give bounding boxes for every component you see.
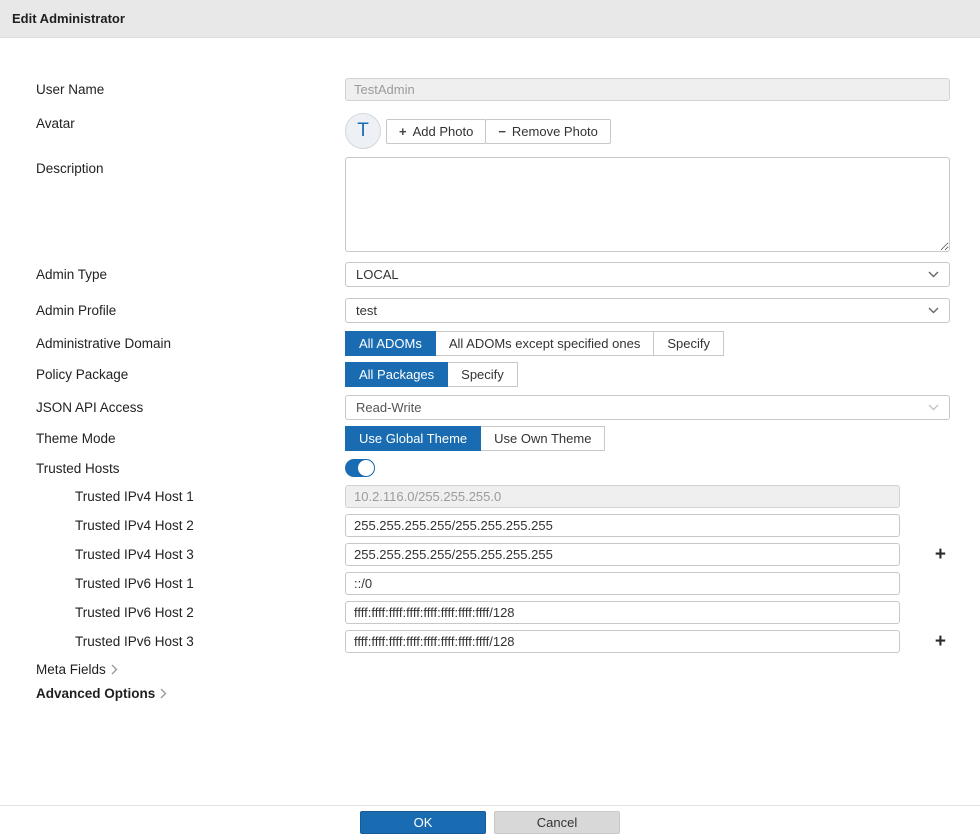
admin-type-value: LOCAL bbox=[356, 267, 399, 282]
json-api-access-label: JSON API Access bbox=[36, 400, 345, 415]
dialog-footer: OK Cancel bbox=[0, 805, 980, 840]
ok-button[interactable]: OK bbox=[360, 811, 486, 834]
trusted-host-row: Trusted IPv6 Host 3 + bbox=[36, 630, 950, 653]
dialog-title: Edit Administrator bbox=[12, 11, 125, 26]
trusted-ipv4-host-3-input[interactable] bbox=[345, 543, 900, 566]
remove-photo-button[interactable]: − Remove Photo bbox=[485, 119, 611, 144]
avatar-row: Avatar T + Add Photo − Remove Photo bbox=[36, 113, 950, 149]
trusted-ipv6-host-3-label: Trusted IPv6 Host 3 bbox=[36, 634, 345, 649]
advanced-options-label: Advanced Options bbox=[36, 686, 155, 701]
add-photo-label: Add Photo bbox=[413, 124, 474, 139]
admin-type-row: Admin Type LOCAL bbox=[36, 262, 950, 287]
trusted-ipv6-host-2-label: Trusted IPv6 Host 2 bbox=[36, 605, 345, 620]
use-global-theme-button[interactable]: Use Global Theme bbox=[345, 426, 481, 451]
trusted-ipv4-host-3-label: Trusted IPv4 Host 3 bbox=[36, 547, 345, 562]
edit-administrator-dialog: Edit Administrator User Name Avatar T + … bbox=[0, 0, 980, 840]
json-api-access-row: JSON API Access Read-Write bbox=[36, 395, 950, 420]
administrative-domain-row: Administrative Domain All ADOMs All ADOM… bbox=[36, 331, 950, 356]
trusted-host-row: Trusted IPv4 Host 3 + bbox=[36, 543, 950, 566]
plus-icon: + bbox=[399, 124, 407, 139]
administrative-domain-segmented: All ADOMs All ADOMs except specified one… bbox=[345, 331, 724, 356]
trusted-ipv4-host-1-input bbox=[345, 485, 900, 508]
admin-profile-value: test bbox=[356, 303, 377, 318]
trusted-ipv4-host-1-label: Trusted IPv4 Host 1 bbox=[36, 489, 345, 504]
meta-fields-label: Meta Fields bbox=[36, 662, 106, 677]
remove-photo-label: Remove Photo bbox=[512, 124, 598, 139]
description-label: Description bbox=[36, 157, 345, 176]
trusted-ipv4-host-2-input[interactable] bbox=[345, 514, 900, 537]
trusted-hosts-row: Trusted Hosts bbox=[36, 459, 950, 477]
description-row: Description bbox=[36, 157, 950, 252]
trusted-ipv6-host-1-label: Trusted IPv6 Host 1 bbox=[36, 576, 345, 591]
cancel-button[interactable]: Cancel bbox=[494, 811, 620, 834]
description-textarea[interactable] bbox=[345, 157, 950, 252]
advanced-options-section-toggle[interactable]: Advanced Options bbox=[36, 686, 167, 701]
add-ipv6-host-button[interactable]: + bbox=[935, 632, 946, 651]
trusted-ipv6-host-1-input[interactable] bbox=[345, 572, 900, 595]
plus-icon: + bbox=[935, 544, 946, 565]
add-photo-button[interactable]: + Add Photo bbox=[386, 119, 486, 144]
json-api-access-select[interactable]: Read-Write bbox=[345, 395, 950, 420]
trusted-host-row: Trusted IPv4 Host 1 bbox=[36, 485, 950, 508]
json-api-access-value: Read-Write bbox=[356, 400, 422, 415]
theme-mode-row: Theme Mode Use Global Theme Use Own Them… bbox=[36, 426, 950, 451]
policy-package-segmented: All Packages Specify bbox=[345, 362, 518, 387]
admin-profile-row: Admin Profile test bbox=[36, 298, 950, 323]
user-name-label: User Name bbox=[36, 82, 345, 97]
trusted-host-row: Trusted IPv6 Host 1 bbox=[36, 572, 950, 595]
trusted-ipv4-host-2-label: Trusted IPv4 Host 2 bbox=[36, 518, 345, 533]
policy-specify-button[interactable]: Specify bbox=[447, 362, 518, 387]
administrative-domain-label: Administrative Domain bbox=[36, 336, 345, 351]
admin-profile-select[interactable]: test bbox=[345, 298, 950, 323]
avatar-label: Avatar bbox=[36, 113, 345, 131]
chevron-down-icon bbox=[928, 307, 939, 314]
policy-all-packages-button[interactable]: All Packages bbox=[345, 362, 448, 387]
avatar-initial: T bbox=[357, 120, 369, 142]
adom-all-except-button[interactable]: All ADOMs except specified ones bbox=[435, 331, 654, 356]
form-content: User Name Avatar T + Add Photo − Remove … bbox=[0, 38, 980, 710]
use-own-theme-button[interactable]: Use Own Theme bbox=[480, 426, 605, 451]
user-name-input bbox=[345, 78, 950, 101]
admin-type-label: Admin Type bbox=[36, 267, 345, 282]
toggle-knob-icon bbox=[358, 460, 374, 476]
avatar: T bbox=[345, 113, 381, 149]
trusted-host-row: Trusted IPv4 Host 2 bbox=[36, 514, 950, 537]
dialog-header: Edit Administrator bbox=[0, 0, 980, 38]
theme-mode-label: Theme Mode bbox=[36, 431, 345, 446]
trusted-hosts-toggle[interactable] bbox=[345, 459, 375, 477]
theme-mode-segmented: Use Global Theme Use Own Theme bbox=[345, 426, 605, 451]
chevron-right-icon bbox=[160, 688, 167, 699]
adom-all-adoms-button[interactable]: All ADOMs bbox=[345, 331, 436, 356]
user-name-row: User Name bbox=[36, 78, 950, 101]
minus-icon: − bbox=[498, 124, 506, 139]
add-ipv4-host-button[interactable]: + bbox=[935, 545, 946, 564]
admin-type-select[interactable]: LOCAL bbox=[345, 262, 950, 287]
chevron-down-icon bbox=[928, 271, 939, 278]
trusted-ipv6-host-2-input[interactable] bbox=[345, 601, 900, 624]
meta-fields-section-toggle[interactable]: Meta Fields bbox=[36, 662, 118, 677]
policy-package-row: Policy Package All Packages Specify bbox=[36, 362, 950, 387]
chevron-down-icon bbox=[928, 404, 939, 411]
trusted-ipv6-host-3-input[interactable] bbox=[345, 630, 900, 653]
adom-specify-button[interactable]: Specify bbox=[653, 331, 724, 356]
trusted-hosts-label: Trusted Hosts bbox=[36, 461, 345, 476]
chevron-right-icon bbox=[111, 664, 118, 675]
plus-icon: + bbox=[935, 631, 946, 652]
policy-package-label: Policy Package bbox=[36, 367, 345, 382]
trusted-host-row: Trusted IPv6 Host 2 bbox=[36, 601, 950, 624]
admin-profile-label: Admin Profile bbox=[36, 303, 345, 318]
